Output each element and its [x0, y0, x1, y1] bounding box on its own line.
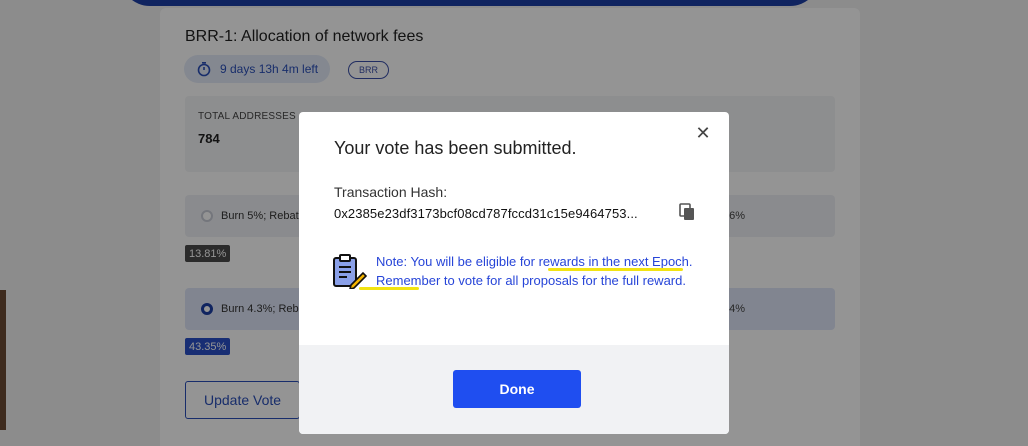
dialog-footer: Done	[299, 345, 729, 434]
copy-icon[interactable]	[679, 203, 695, 221]
highlight-underline-1	[548, 268, 683, 271]
done-button[interactable]: Done	[453, 370, 581, 408]
clipboard-pencil-icon	[333, 254, 367, 289]
close-icon[interactable]: ✕	[693, 123, 713, 143]
transaction-hash-value: 0x2385e23df3173bcf08cd787fccd31c15e94647…	[334, 206, 638, 221]
highlight-underline-2	[359, 287, 419, 290]
vote-submitted-dialog: ✕ Your vote has been submitted. Transact…	[299, 112, 729, 434]
reward-note: Note: You will be eligible for rewards i…	[376, 254, 693, 288]
dialog-title: Your vote has been submitted.	[334, 138, 577, 158]
transaction-hash-label: Transaction Hash:	[334, 184, 448, 200]
